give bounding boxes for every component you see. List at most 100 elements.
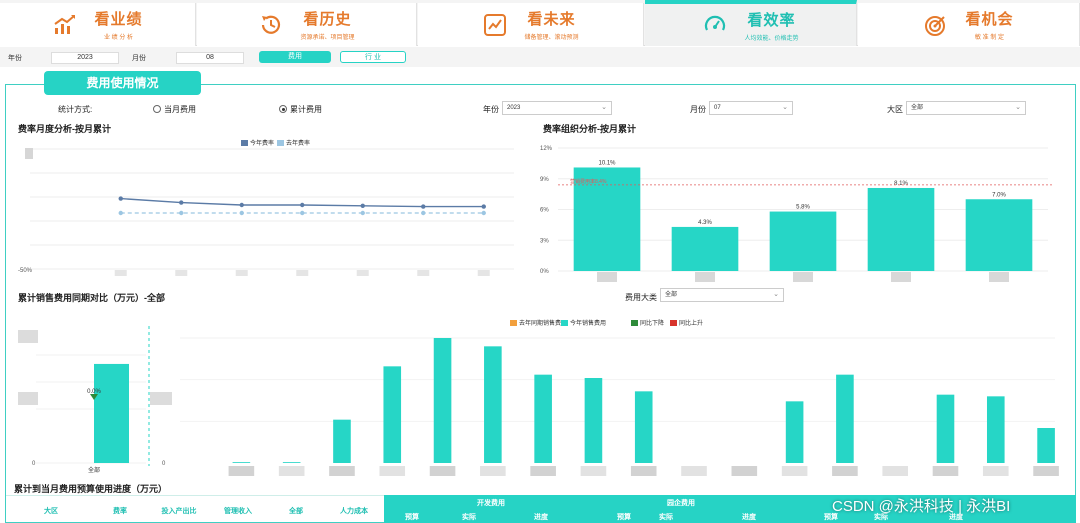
tab-subtitle: 敏 准 制 定 (974, 35, 1004, 41)
gauge-icon (702, 12, 728, 38)
tab-subtitle: 人均效能、价格走势 (744, 35, 799, 42)
series-point (360, 210, 365, 216)
series-point (300, 202, 305, 208)
yoy-chart-title: 累计销售费用同期对比（万元）-全部 (18, 293, 165, 303)
tab-future[interactable]: 看未来 储备管理、滚动预测 (418, 3, 644, 46)
radio-cumulative-label[interactable]: 累计费用 (290, 104, 322, 115)
bar (232, 462, 251, 463)
x-tick-placeholder (932, 466, 959, 476)
series-point (179, 210, 184, 216)
bar (584, 378, 603, 463)
x-tick-placeholder (630, 466, 657, 476)
y-axis-placeholder (25, 148, 33, 159)
bar-value-label: 7.0% (992, 192, 1006, 198)
bar (785, 401, 804, 463)
chevron-down-icon: ⌄ (1015, 104, 1021, 111)
x-tick-placeholder (891, 272, 911, 282)
panel-title: 费用使用情况 (44, 71, 201, 95)
y-tick-label: 12% (540, 146, 553, 152)
th-sub: 预算 (617, 514, 631, 521)
x-tick-placeholder (731, 466, 758, 476)
x-tick-placeholder (235, 270, 248, 276)
bar-value-label: 4.3% (698, 220, 712, 226)
series-point (421, 210, 426, 216)
org-rate-bar-chart: 0% 3% 6% 9% 12% 10.1% 4.3% 5.8% 8.1% 7.0% 营销费用率8.4… (540, 146, 1052, 282)
x-tick-placeholder (379, 466, 406, 476)
industry-button[interactable]: 行 业 (340, 51, 406, 63)
select-value: 全部 (911, 105, 924, 111)
tab-title: 看机会 (965, 11, 1014, 28)
bar (484, 346, 502, 463)
x-tick-placeholder (278, 466, 305, 476)
yoy-total-bar-chart: 0.0% 0 全部 (18, 326, 150, 474)
target-icon (923, 12, 949, 38)
x-tick-placeholder (296, 270, 309, 276)
cost-button[interactable]: 费用 (259, 51, 331, 63)
x-tick-placeholder (1033, 466, 1059, 476)
x-tick-placeholder (175, 270, 188, 276)
x-tick-placeholder (580, 466, 607, 476)
tab-opportunity[interactable]: 看机会 敏 准 制 定 (858, 3, 1080, 46)
x-tick-placeholder (429, 466, 456, 476)
x-tick-placeholder (681, 466, 707, 476)
category-label: 全部 (88, 466, 100, 474)
dashboard-root: 看业绩 业 绩 分 析 看历史 资源承诺、项目管理 看未来 储备管理、滚动预测 … (0, 0, 1080, 523)
x-tick-placeholder (329, 466, 355, 476)
panel-year-select[interactable]: 2023 ⌄ (502, 101, 612, 115)
year-input[interactable]: 2023 (51, 52, 119, 64)
bar-growth-icon (52, 12, 78, 38)
top-nav: 看业绩 业 绩 分 析 看历史 资源承诺、项目管理 看未来 储备管理、滚动预测 … (0, 0, 1080, 46)
panel-region-label: 大区 (887, 105, 903, 114)
panel-region-select[interactable]: 全部 ⌄ (906, 101, 1026, 115)
bar (383, 366, 402, 463)
cost-category-select[interactable]: 全部 ⌄ (660, 288, 784, 302)
x-tick-placeholder (477, 270, 490, 276)
org-chart-title: 费率组织分析-按月累计 (543, 124, 636, 134)
x-tick-placeholder (695, 272, 715, 282)
x-tick-placeholder (597, 272, 617, 282)
y-tick-placeholder (150, 392, 172, 405)
chevron-down-icon: ⌄ (601, 104, 607, 111)
reference-line-label: 营销费用率8.4% (570, 178, 607, 185)
year-label: 年份 (8, 55, 22, 62)
tab-efficiency[interactable]: 看效率 人均效能、价格走势 (645, 0, 857, 46)
x-tick-placeholder (982, 466, 1009, 476)
monthly-chart-title: 费率月度分析-按月累计 (18, 124, 111, 134)
radio-month[interactable] (153, 105, 161, 113)
x-tick-placeholder (228, 466, 255, 476)
series-point (118, 210, 123, 216)
series-point (300, 210, 305, 216)
bar (671, 226, 739, 271)
x-tick-placeholder (480, 466, 506, 476)
x-tick-placeholder (781, 466, 808, 476)
x-tick-placeholder (832, 466, 858, 476)
th-mgmt-income: 管理收入 (224, 508, 252, 515)
panel-month-label: 月份 (690, 105, 706, 114)
panel-month-select[interactable]: 07 ⌄ (709, 101, 793, 115)
legend-swatch (631, 319, 638, 326)
th-all: 全部 (289, 508, 303, 515)
y-tick-label: 0 (162, 461, 166, 467)
history-icon (258, 12, 284, 38)
x-tick-placeholder (356, 270, 369, 276)
trend-icon (482, 12, 508, 38)
chevron-down-icon: ⌄ (773, 291, 779, 298)
y-tick-label: 9% (540, 177, 549, 183)
th-labor: 人力成本 (340, 508, 368, 515)
cost-category-label: 费用大类 (625, 293, 657, 302)
bar (769, 211, 837, 271)
th-sub: 预算 (405, 514, 419, 521)
th-sub: 实际 (462, 514, 476, 521)
radio-cumulative[interactable] (279, 105, 287, 113)
tab-history[interactable]: 看历史 资源承诺、项目管理 (197, 3, 417, 46)
tab-subtitle: 业 绩 分 析 (103, 35, 133, 41)
series-point (239, 210, 244, 216)
y-tick-placeholder (18, 392, 38, 405)
y-tick-label: 0 (32, 461, 36, 467)
select-value: 全部 (665, 292, 678, 298)
radio-month-label[interactable]: 当月费用 (164, 104, 196, 115)
th-io-ratio: 投入产出比 (161, 508, 197, 515)
tab-performance[interactable]: 看业绩 业 绩 分 析 (0, 3, 196, 46)
select-value: 07 (714, 105, 721, 111)
month-input[interactable]: 08 (176, 52, 244, 64)
